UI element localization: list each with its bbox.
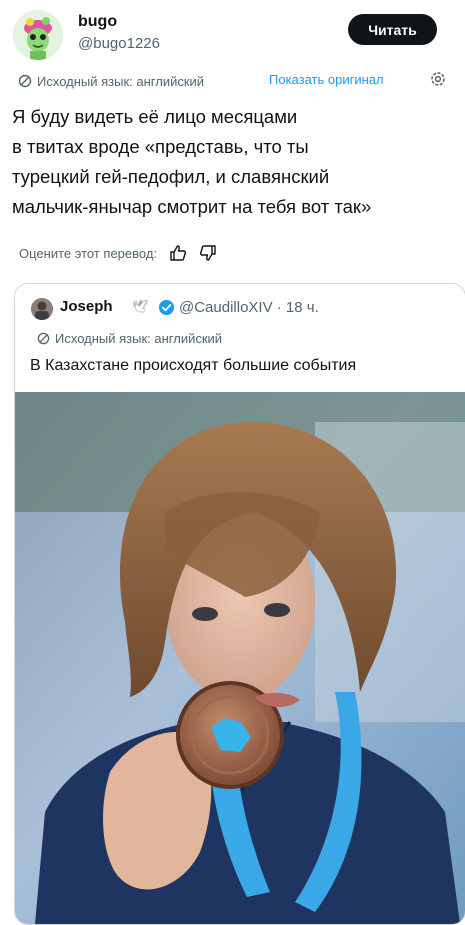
follow-button[interactable]: Читать	[348, 14, 437, 45]
quoted-display-name[interactable]: Joseph	[60, 298, 113, 315]
translation-rating: Оцените этот перевод:	[19, 243, 217, 263]
quoted-translation-label: Исходный язык: английский	[55, 331, 223, 346]
dove-emoji-icon: 🕊	[132, 299, 149, 314]
thumbs-up-icon[interactable]	[169, 244, 187, 262]
tweet-text: Я буду видеть её лицо месяцами в твитах …	[12, 102, 462, 222]
tweet-line: Я буду видеть её лицо месяцами	[12, 106, 298, 127]
quoted-translation-info: Исходный язык: английский	[37, 331, 222, 346]
user-handle[interactable]: @bugo1226	[78, 35, 160, 52]
tweet-line: турецкий гей-педофил, и славянский	[12, 166, 330, 187]
verified-badge-icon	[158, 299, 175, 316]
thumbs-down-icon[interactable]	[199, 244, 217, 262]
tweet-line: мальчик-янычар смотрит на тебя вот так»	[12, 196, 372, 217]
show-original-link[interactable]: Показать оригинал	[269, 72, 384, 87]
avatar-illustration	[13, 10, 63, 60]
user-display-name[interactable]: bugo	[78, 13, 117, 31]
translate-icon	[37, 332, 50, 345]
quoted-tweet-text: В Казахстане происходят большие события	[30, 357, 357, 374]
translation-source-label: Исходный язык: английский	[37, 73, 205, 89]
translation-info: Исходный язык: английский	[18, 72, 204, 90]
quoted-avatar-image	[31, 298, 53, 320]
rating-prompt: Оцените этот перевод:	[19, 245, 158, 261]
quoted-handle-and-time[interactable]: @CaudilloXIV · 18 ч.	[179, 299, 319, 316]
tweet-header: bugo @bugo1226 Читать	[0, 0, 465, 64]
quoted-user-avatar[interactable]	[31, 298, 53, 320]
quoted-tweet[interactable]: Joseph 🕊 @CaudilloXIV · 18 ч. Исходный я…	[14, 283, 465, 925]
translate-icon	[18, 74, 32, 88]
user-avatar[interactable]	[13, 10, 63, 60]
athlete-biting-medal-photo	[15, 392, 465, 924]
gear-icon[interactable]	[429, 70, 447, 88]
quoted-tweet-photo[interactable]	[15, 392, 465, 924]
tweet-line: в твитах вроде «представь, что ты	[12, 136, 309, 157]
